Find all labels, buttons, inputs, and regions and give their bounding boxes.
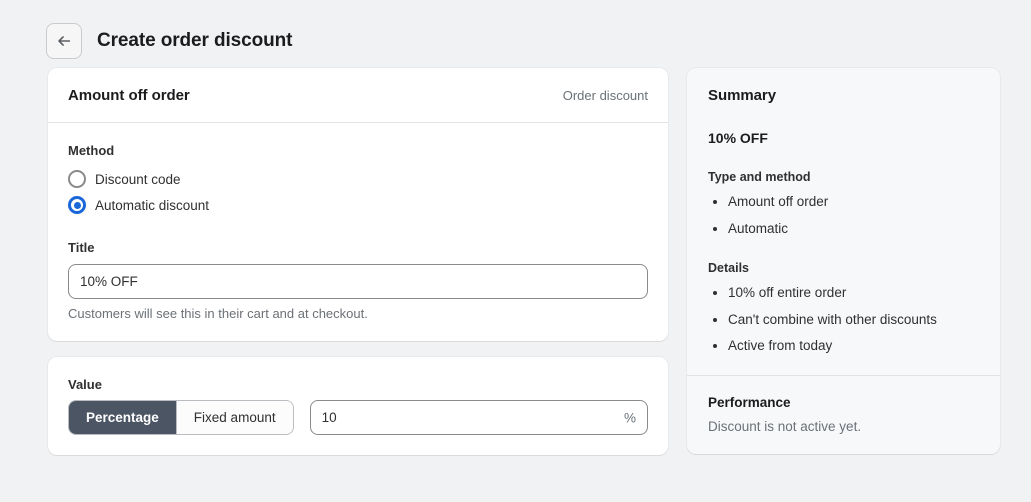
summary-main-section: Summary 10% OFF Type and method Amount o…	[687, 68, 1000, 375]
value-type-segmented-control: Percentage Fixed amount	[68, 400, 294, 435]
radio-automatic-discount-label: Automatic discount	[95, 197, 210, 213]
value-amount-wrap: %	[309, 400, 648, 435]
discount-type-label: Order discount	[562, 88, 648, 103]
main-column: Amount off order Order discount Method D…	[48, 68, 668, 455]
list-item: Active from today	[708, 337, 979, 355]
summary-group-label: Type and method	[708, 170, 811, 184]
performance-section: Performance Discount is not active yet.	[687, 374, 1000, 454]
title-field-label: Title	[68, 240, 95, 255]
back-button[interactable]	[46, 22, 82, 59]
discount-card-title: Amount off order	[68, 87, 190, 104]
radio-discount-code[interactable]: Discount code	[68, 166, 648, 192]
title-input[interactable]	[68, 264, 648, 299]
summary-list-details: 10% off entire order Can't combine with …	[708, 284, 979, 355]
summary-column: Summary 10% OFF Type and method Amount o…	[687, 68, 1000, 454]
radio-selected-icon	[68, 196, 86, 214]
list-item: Amount off order	[708, 193, 979, 211]
summary-card: Summary 10% OFF Type and method Amount o…	[687, 68, 1000, 454]
page-header: Create order discount	[0, 0, 1031, 68]
value-amount-input[interactable]	[309, 400, 648, 435]
radio-automatic-discount[interactable]: Automatic discount	[68, 192, 648, 218]
performance-title: Performance	[708, 394, 791, 410]
list-item: Can't combine with other discounts	[708, 311, 979, 329]
segment-percentage[interactable]: Percentage	[69, 401, 176, 434]
value-label: Value	[68, 377, 102, 392]
list-item: Automatic	[708, 220, 979, 238]
title-field-group: Title Customers will see this in their c…	[68, 240, 648, 321]
performance-text: Discount is not active yet.	[708, 418, 862, 434]
page-title: Create order discount	[97, 30, 293, 51]
summary-headline: 10% OFF	[708, 130, 768, 146]
method-label: Method	[68, 143, 115, 158]
summary-list-type-and-method: Amount off order Automatic	[708, 193, 979, 237]
segment-fixed-amount[interactable]: Fixed amount	[175, 401, 293, 434]
radio-unselected-icon	[68, 170, 86, 188]
value-card: Value Percentage Fixed amount %	[48, 357, 668, 455]
list-item: 10% off entire order	[708, 284, 979, 302]
title-help-text: Customers will see this in their cart an…	[68, 306, 368, 321]
value-card-body: Value Percentage Fixed amount %	[48, 357, 668, 455]
summary-group-details: Details 10% off entire order Can't combi…	[708, 261, 979, 355]
summary-group-label: Details	[708, 261, 749, 276]
method-field-group: Method Discount code Automatic discount	[68, 143, 648, 218]
value-row: Percentage Fixed amount %	[68, 400, 648, 435]
summary-title: Summary	[708, 87, 777, 104]
radio-discount-code-label: Discount code	[95, 171, 181, 187]
discount-card-header: Amount off order Order discount	[48, 68, 668, 123]
discount-card-body: Method Discount code Automatic discount …	[48, 123, 668, 341]
summary-group-type-and-method: Type and method Amount off order Automat…	[708, 170, 979, 237]
discount-card: Amount off order Order discount Method D…	[48, 68, 668, 341]
page-layout: Amount off order Order discount Method D…	[0, 68, 1031, 455]
arrow-left-icon	[55, 32, 73, 50]
